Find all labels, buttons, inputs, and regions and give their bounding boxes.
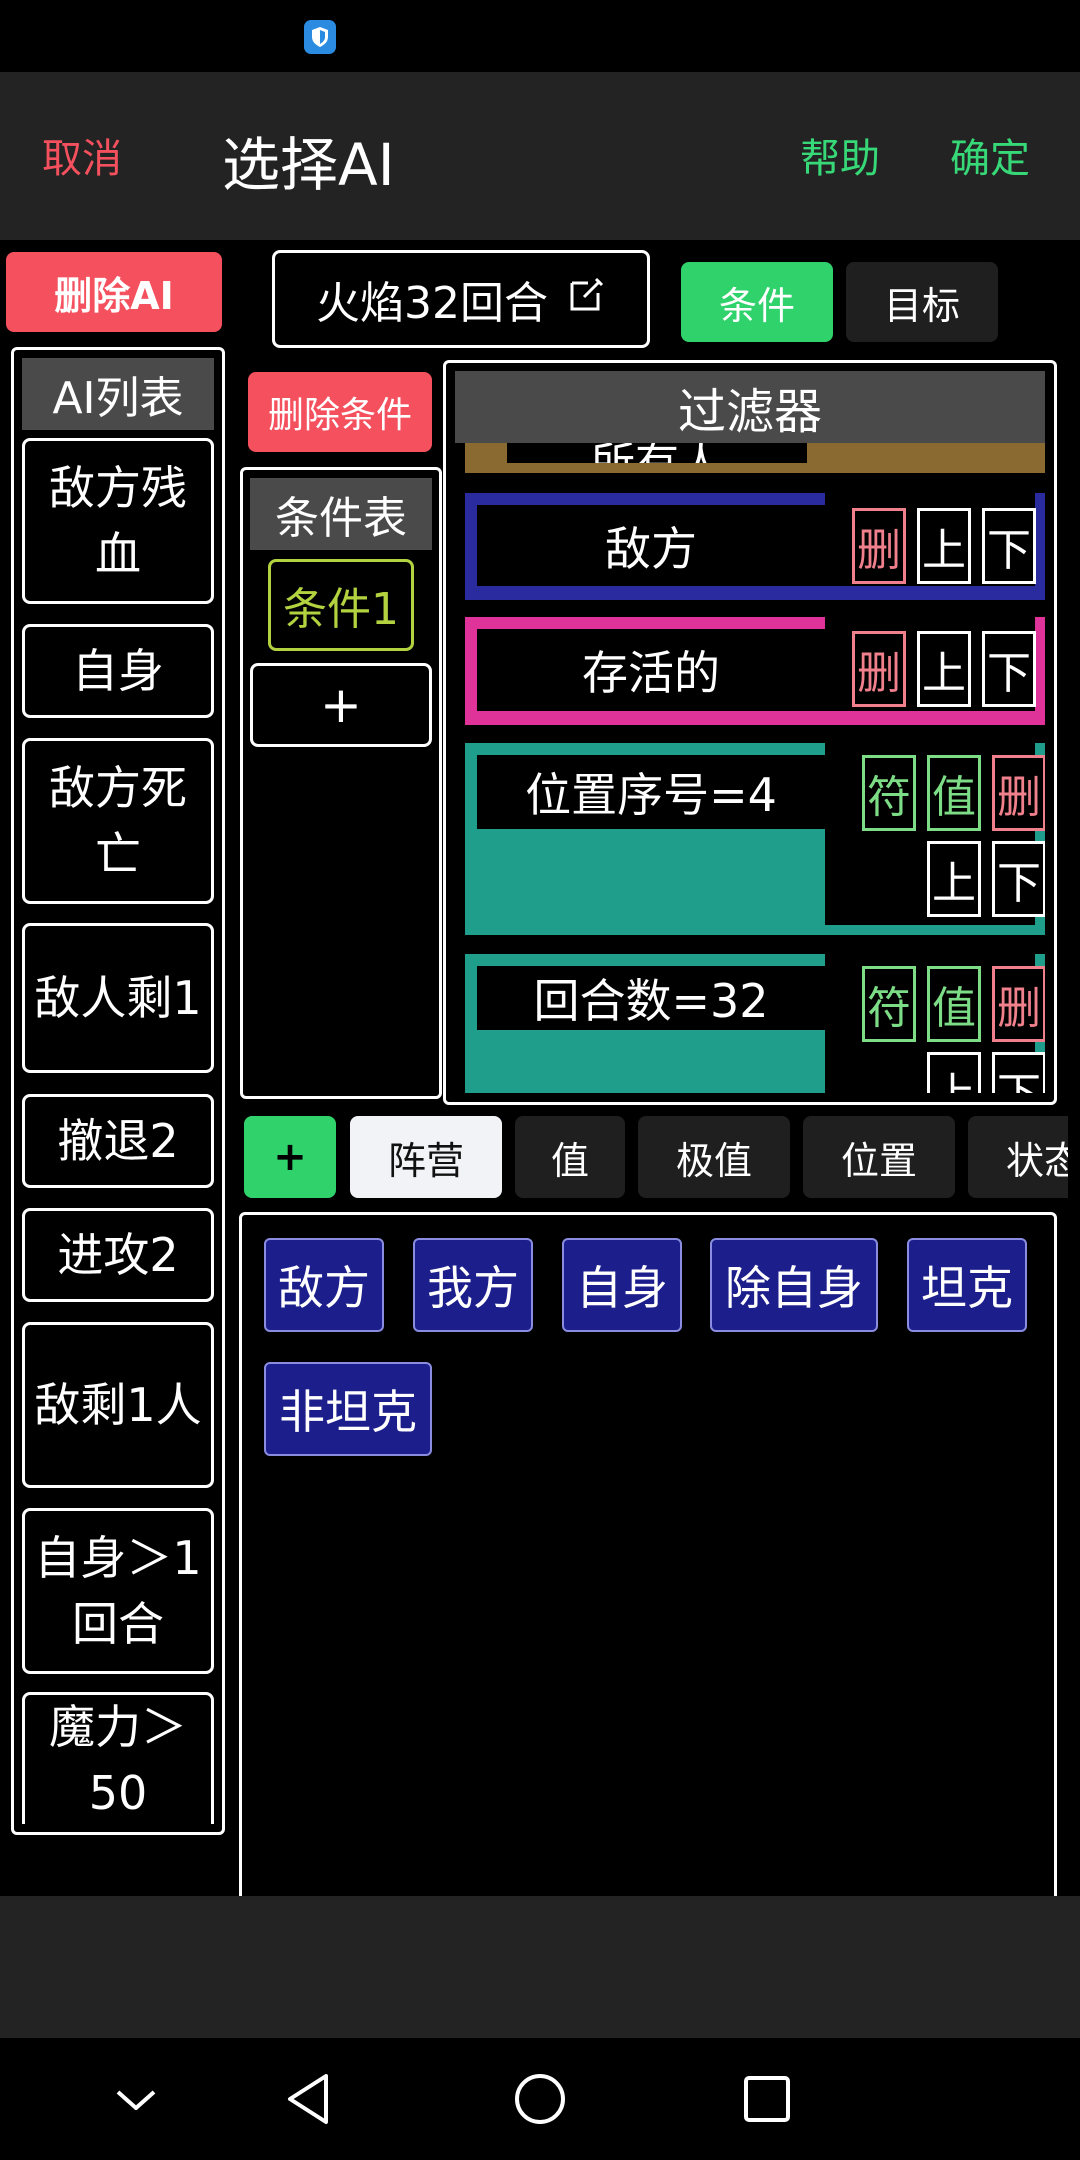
symbol-button[interactable]: 符: [862, 966, 916, 1042]
ai-list-item[interactable]: 敌剩1人: [22, 1322, 214, 1488]
add-condition-button[interactable]: +: [250, 663, 432, 747]
move-down-button[interactable]: 下: [982, 631, 1036, 707]
move-down-button[interactable]: 下: [982, 508, 1036, 584]
value-button[interactable]: 值: [927, 966, 981, 1042]
tab-position[interactable]: 位置: [803, 1116, 955, 1198]
ai-list-item-label: 敌方死亡: [49, 761, 187, 881]
status-bar: [0, 0, 1080, 72]
option-tank[interactable]: 坦克: [907, 1238, 1027, 1332]
category-tabs[interactable]: 阵营 值 极值 位置 状态: [350, 1110, 1068, 1206]
cancel-button[interactable]: 取消: [42, 126, 122, 184]
delete-filter-button[interactable]: 删: [992, 755, 1045, 831]
filter-row[interactable]: 位置序号=4 符 值 删 上 下: [465, 743, 1045, 935]
condition-table-header: 条件表: [250, 478, 432, 550]
ai-list-item-label: 自身: [72, 644, 164, 698]
move-up-button[interactable]: 上: [927, 1052, 981, 1093]
bottom-band: [0, 1896, 1080, 2038]
ai-name-text: 火焰32回合: [316, 278, 548, 329]
shield-icon: [304, 20, 336, 54]
option-enemy[interactable]: 敌方: [264, 1238, 384, 1332]
option-except-self[interactable]: 除自身: [710, 1238, 878, 1332]
ai-list-item[interactable]: 自身: [22, 624, 214, 718]
delete-condition-button[interactable]: 删除条件: [248, 372, 432, 452]
filter-header: 过滤器: [455, 371, 1045, 443]
value-button[interactable]: 值: [927, 755, 981, 831]
ai-list-item[interactable]: 敌人剩1: [22, 923, 214, 1073]
home-icon[interactable]: [513, 2072, 567, 2126]
move-down-button[interactable]: 下: [992, 1052, 1045, 1093]
edit-icon[interactable]: [566, 275, 606, 324]
ai-name-field[interactable]: 火焰32回合: [272, 250, 650, 348]
ai-list-header: AI列表: [22, 358, 214, 430]
filter-row-label: 回合数=32: [477, 966, 825, 1030]
tab-value[interactable]: 值: [515, 1116, 625, 1198]
move-up-button[interactable]: 上: [917, 508, 971, 584]
symbol-button[interactable]: 符: [862, 755, 916, 831]
option-non-tank[interactable]: 非坦克: [264, 1362, 432, 1456]
filter-row-label: 所有人: [507, 443, 807, 463]
chevron-down-icon[interactable]: [112, 2076, 160, 2124]
filter-row[interactable]: 敌方 删 上 下: [465, 493, 1045, 600]
filter-row[interactable]: 回合数=32 符 值 删 上 下: [465, 954, 1045, 1093]
tab-camp[interactable]: 阵营: [350, 1116, 502, 1198]
filter-row-label-text: 所有人: [591, 443, 723, 463]
tab-extreme[interactable]: 极值: [638, 1116, 790, 1198]
page-title: 选择AI: [222, 131, 395, 199]
tab-target[interactable]: 目标: [846, 262, 998, 342]
delete-ai-button[interactable]: 删除AI: [6, 252, 222, 332]
help-button[interactable]: 帮助: [800, 126, 880, 184]
filter-row-label: 存活的: [477, 629, 825, 711]
tab-status[interactable]: 状态: [968, 1116, 1068, 1198]
filter-row-label: 敌方: [477, 505, 825, 586]
delete-filter-button[interactable]: 删: [992, 966, 1045, 1042]
ai-list-item-label: 敌方残血: [49, 461, 187, 581]
delete-filter-button[interactable]: 删: [852, 631, 906, 707]
move-down-button[interactable]: 下: [992, 841, 1045, 917]
tab-conditions[interactable]: 条件: [681, 262, 833, 342]
filter-row[interactable]: 存活的 删 上 下: [465, 617, 1045, 725]
ai-list-item-label: 撤退2: [57, 1114, 179, 1168]
ai-list-item-label: 敌人剩1: [34, 971, 202, 1025]
back-icon[interactable]: [282, 2070, 338, 2128]
add-filter-button[interactable]: +: [244, 1116, 336, 1198]
filter-row-label: 位置序号=4: [477, 755, 825, 829]
move-up-button[interactable]: 上: [927, 841, 981, 917]
ai-list-item[interactable]: 敌方死亡: [22, 738, 214, 904]
top-bar: [0, 72, 1080, 240]
ai-list-item[interactable]: 敌方残血: [22, 438, 214, 604]
filter-row[interactable]: 所有人: [465, 443, 1045, 473]
ai-list-item-label: 敌剩1人: [34, 1378, 202, 1432]
ai-list-item[interactable]: 进攻2: [22, 1208, 214, 1302]
confirm-button[interactable]: 确定: [950, 126, 1030, 184]
ai-list-item-label: 进攻2: [57, 1228, 179, 1282]
option-ally[interactable]: 我方: [413, 1238, 533, 1332]
condition-item[interactable]: 条件1: [268, 559, 414, 651]
ai-list-item-label: 魔力＞50: [49, 1699, 187, 1820]
recents-icon[interactable]: [742, 2074, 792, 2124]
filter-list[interactable]: 所有人 敌方 删 上 下 存活的 删 上 下 位置序号=4 符 值 删 上 下 …: [455, 443, 1045, 1093]
ai-list-item[interactable]: 自身＞1回合: [22, 1508, 214, 1674]
delete-filter-button[interactable]: 删: [852, 508, 906, 584]
ai-list-item-label: 自身＞1回合: [34, 1531, 202, 1651]
ai-list-item[interactable]: 撤退2: [22, 1094, 214, 1188]
option-self[interactable]: 自身: [562, 1238, 682, 1332]
move-up-button[interactable]: 上: [917, 631, 971, 707]
ai-list-item[interactable]: 魔力＞50: [22, 1692, 214, 1824]
